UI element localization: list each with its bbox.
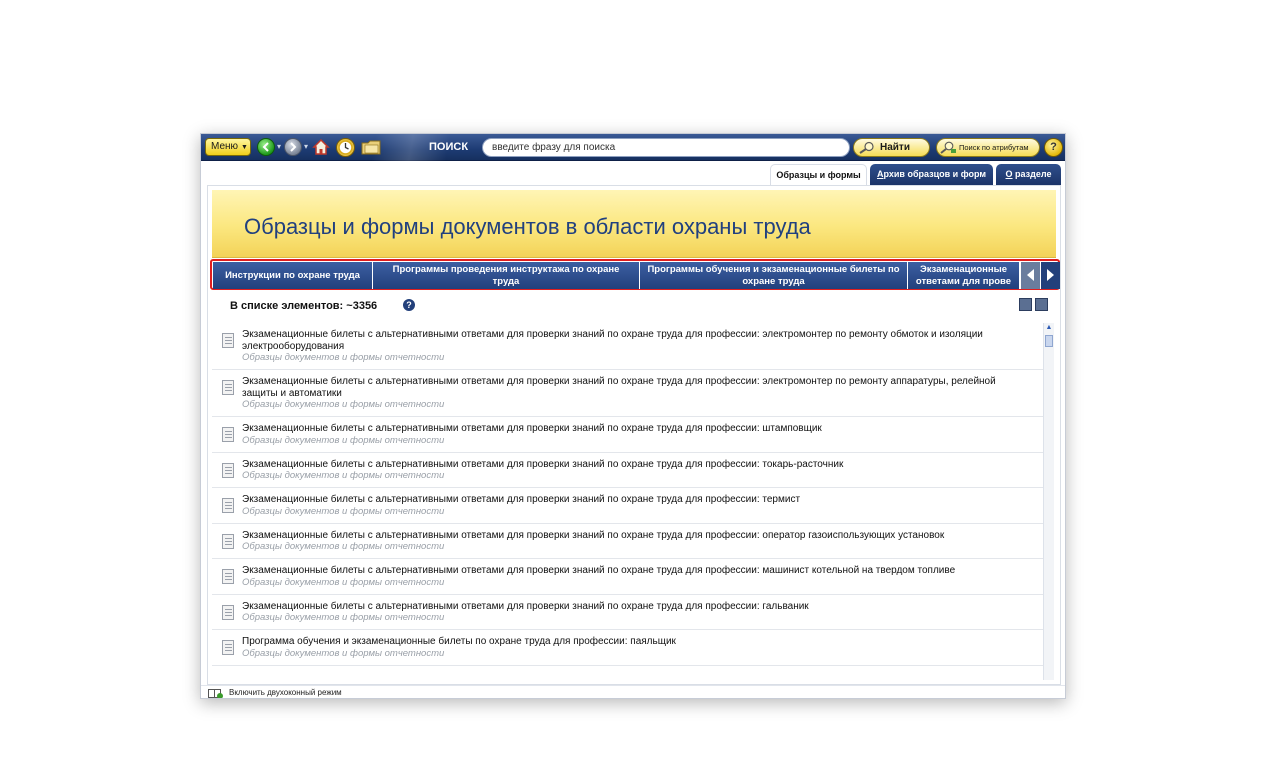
forward-history-dropdown-icon[interactable]: ▾: [304, 143, 310, 151]
caret-down-icon: ▼: [241, 144, 248, 151]
search-input[interactable]: [482, 138, 850, 157]
document-icon: [222, 333, 234, 348]
item-category: Образцы документов и формы отчетности: [242, 576, 445, 588]
list-item[interactable]: Экзаменационные билеты с альтернативными…: [212, 323, 1046, 370]
category-briefing-programs[interactable]: Программы проведения инструктажа по охра…: [373, 262, 640, 289]
back-arrow-icon[interactable]: [257, 138, 275, 156]
content-panel: Образцы и формы документов в области охр…: [207, 185, 1061, 685]
item-title[interactable]: Экзаменационные билеты с альтернативными…: [242, 453, 1034, 471]
scrollbar-thumb[interactable]: [1045, 335, 1053, 347]
category-strip: Инструкции по охране труда Программы про…: [210, 259, 1060, 290]
list-item[interactable]: Экзаменационные билеты с альтернативными…: [212, 524, 1046, 559]
list-header: В списке элементов: ~3356 ?: [212, 290, 1056, 320]
document-icon: [222, 427, 234, 442]
item-category: Образцы документов и формы отчетности: [242, 612, 445, 623]
category-training-programs[interactable]: Программы обучения и экзаменационные бил…: [640, 262, 908, 289]
items-count: В списке элементов: ~3356: [230, 300, 378, 312]
category-safety-instructions[interactable]: Инструкции по охране труда: [213, 262, 373, 289]
list-item[interactable]: Экзаменационные билеты с альтернативными…: [212, 417, 1046, 453]
item-category: Образцы документов и формы отчетности: [242, 399, 445, 410]
filter-icon[interactable]: [1035, 298, 1048, 311]
home-icon[interactable]: [312, 138, 330, 156]
item-title[interactable]: Экзаменационные билеты с альтернативными…: [242, 524, 1034, 542]
section-banner: Образцы и формы документов в области охр…: [212, 190, 1056, 258]
document-icon: [222, 462, 234, 478]
item-category: Образцы документов и формы отчетности: [242, 647, 445, 659]
forward-arrow-icon[interactable]: [284, 138, 302, 156]
menu-button[interactable]: Меню ▼: [205, 138, 251, 156]
list-item[interactable]: Экзаменационные билеты с альтернативными…: [212, 595, 1046, 630]
attribute-magnifier-icon: [940, 141, 956, 154]
scroll-up-icon[interactable]: ▲: [1045, 324, 1053, 333]
item-title[interactable]: Экзаменационные билеты с альтернативными…: [242, 559, 1034, 577]
toolbar: Меню▼ ▾ ▾ ПОИСК Найти Поиск по атрибутам…: [201, 134, 1065, 161]
tabs-bar: Образцы и формы Архив образцов и форм О …: [201, 162, 1065, 185]
item-category: Образцы документов и формы отчетности: [242, 434, 445, 446]
item-category: Образцы документов и формы отчетности: [242, 541, 445, 552]
back-history-dropdown-icon[interactable]: ▾: [277, 143, 283, 151]
page-title: Образцы и формы документов в области охр…: [244, 214, 811, 239]
app-window: Меню▼ ▾ ▾ ПОИСК Найти Поиск по атрибутам…: [200, 133, 1066, 699]
item-category: Образцы документов и формы отчетности: [242, 470, 445, 481]
item-title[interactable]: Экзаменационные билеты с альтернативными…: [242, 370, 1034, 399]
item-category: Образцы документов и формы отчетности: [242, 352, 445, 363]
status-bar: Включить двухоконный режим: [201, 685, 1065, 699]
magnifier-icon: [859, 141, 874, 154]
document-icon: [222, 604, 234, 620]
folder-icon[interactable]: [361, 139, 381, 155]
document-icon: [222, 498, 234, 513]
item-category: Образцы документов и формы отчетности: [242, 505, 445, 517]
dual-window-toggle-label[interactable]: Включить двухоконный режим: [229, 688, 342, 697]
document-icon: [222, 533, 234, 549]
list-item[interactable]: Экзаменационные билеты с альтернативными…: [212, 453, 1046, 488]
document-icon: [222, 380, 234, 395]
help-button[interactable]: ?: [1044, 138, 1063, 157]
list-item[interactable]: Экзаменационные билеты с альтернативными…: [212, 370, 1046, 417]
list-item[interactable]: Программа обучения и экзаменационные бил…: [212, 630, 1046, 666]
item-title[interactable]: Экзаменационные билеты с альтернативными…: [242, 323, 1034, 352]
search-label: ПОИСК: [429, 141, 469, 153]
scroll-right-arrow-icon[interactable]: [1040, 262, 1060, 289]
tab-about-section[interactable]: О разделе: [996, 164, 1061, 185]
sort-icon[interactable]: [1019, 298, 1032, 311]
info-question-icon[interactable]: ?: [403, 299, 415, 311]
document-list: Экзаменационные билеты с альтернативными…: [212, 323, 1050, 683]
find-button[interactable]: Найти: [853, 138, 930, 157]
category-exam-tickets[interactable]: Экзаменационные ответами для прове: [908, 262, 1020, 289]
item-title[interactable]: Программа обучения и экзаменационные бил…: [242, 630, 1034, 648]
list-item[interactable]: Экзаменационные билеты с альтернативными…: [212, 559, 1046, 595]
scroll-left-arrow-icon[interactable]: [1020, 262, 1040, 289]
clock-icon[interactable]: [336, 138, 355, 157]
list-item[interactable]: Экзаменационные билеты с альтернативными…: [212, 488, 1046, 524]
item-title[interactable]: Экзаменационные билеты с альтернативными…: [242, 595, 1034, 613]
list-scrollbar[interactable]: ▲: [1043, 323, 1054, 680]
item-title[interactable]: Экзаменационные билеты с альтернативными…: [242, 488, 1034, 506]
attribute-search-button[interactable]: Поиск по атрибутам: [936, 138, 1040, 157]
tab-archive[interactable]: Архив образцов и форм: [870, 164, 993, 185]
dual-window-icon[interactable]: [208, 688, 224, 699]
tab-samples-forms[interactable]: Образцы и формы: [770, 164, 867, 185]
document-icon: [222, 640, 234, 655]
item-title[interactable]: Экзаменационные билеты с альтернативными…: [242, 417, 1034, 435]
document-icon: [222, 569, 234, 584]
